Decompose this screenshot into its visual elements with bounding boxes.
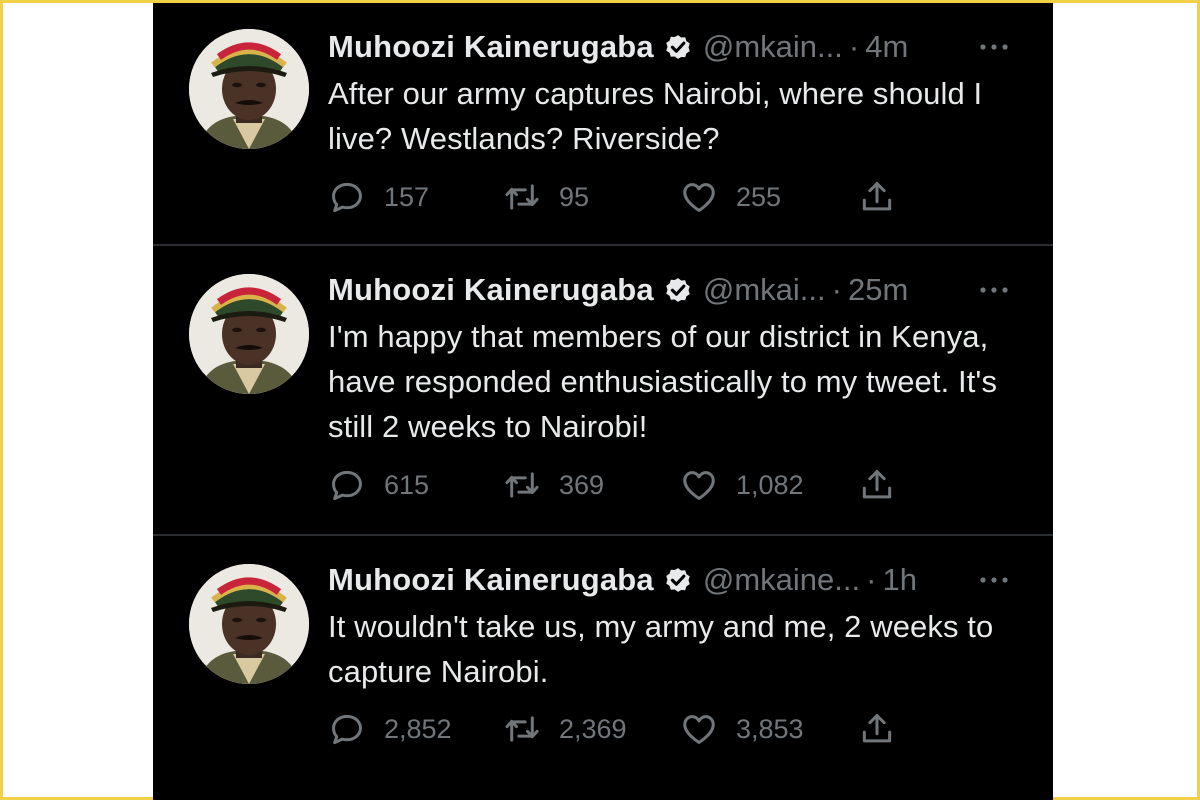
author-handle[interactable]: @mkain... <box>703 29 843 65</box>
tweet-header: Muhoozi Kainerugaba @mkain... · 4m <box>328 27 1013 67</box>
avatar[interactable] <box>189 564 309 684</box>
reply-icon <box>328 466 366 504</box>
tweet[interactable]: Muhoozi Kainerugaba @mkai... · 25m I'm h… <box>153 246 1053 536</box>
like-button[interactable]: 255 <box>680 175 781 219</box>
share-icon <box>858 178 896 216</box>
reply-icon <box>328 710 366 748</box>
avatar[interactable] <box>189 274 309 394</box>
tweet[interactable]: Muhoozi Kainerugaba @mkaine... · 1h It w… <box>153 536 1053 800</box>
tweet-text: I'm happy that members of our district i… <box>328 319 998 444</box>
separator-dot: · <box>848 29 860 64</box>
tweet-timestamp[interactable]: 1h <box>882 562 916 598</box>
author-name[interactable]: Muhoozi Kainerugaba <box>328 29 654 65</box>
share-button[interactable] <box>858 463 896 507</box>
tweet-feed: Muhoozi Kainerugaba @mkain... · 4m After… <box>153 3 1053 800</box>
verified-badge-icon <box>662 274 694 306</box>
retweet-icon <box>503 178 541 216</box>
tweet-text: It wouldn't take us, my army and me, 2 w… <box>328 609 994 689</box>
retweet-icon <box>503 710 541 748</box>
reply-icon <box>328 178 366 216</box>
retweet-count: 95 <box>559 181 590 212</box>
retweet-count: 2,369 <box>559 713 627 744</box>
like-icon <box>680 710 718 748</box>
like-icon <box>680 466 718 504</box>
reply-button[interactable]: 615 <box>328 463 429 507</box>
reply-button[interactable]: 157 <box>328 175 429 219</box>
retweet-icon <box>503 466 541 504</box>
reply-count: 2,852 <box>384 713 452 744</box>
more-options-icon[interactable] <box>975 276 1013 304</box>
tweet-header: Muhoozi Kainerugaba @mkaine... · 1h <box>328 560 1013 600</box>
author-handle[interactable]: @mkai... <box>703 272 826 308</box>
like-button[interactable]: 1,082 <box>680 463 804 507</box>
like-count: 3,853 <box>736 713 804 744</box>
share-button[interactable] <box>858 707 896 751</box>
retweet-button[interactable]: 2,369 <box>503 707 627 751</box>
like-count: 255 <box>736 181 782 212</box>
retweet-button[interactable]: 95 <box>503 175 589 219</box>
retweet-button[interactable]: 369 <box>503 463 604 507</box>
separator-dot: · <box>866 562 877 597</box>
more-options-icon[interactable] <box>975 566 1013 594</box>
verified-badge-icon <box>662 564 694 596</box>
separator-dot: · <box>831 272 842 307</box>
reply-count: 157 <box>384 181 430 212</box>
retweet-count: 369 <box>559 469 605 500</box>
reply-count: 615 <box>384 469 430 500</box>
author-name[interactable]: Muhoozi Kainerugaba <box>328 272 654 308</box>
like-count: 1,082 <box>736 469 804 500</box>
more-options-icon[interactable] <box>975 33 1013 61</box>
like-icon <box>680 178 718 216</box>
share-button[interactable] <box>858 175 896 219</box>
author-name[interactable]: Muhoozi Kainerugaba <box>328 562 654 598</box>
share-icon <box>858 710 896 748</box>
tweet-timestamp[interactable]: 25m <box>848 272 908 308</box>
avatar[interactable] <box>189 29 309 149</box>
author-handle[interactable]: @mkaine... <box>703 562 860 598</box>
reply-button[interactable]: 2,852 <box>328 707 452 751</box>
like-button[interactable]: 3,853 <box>680 707 804 751</box>
verified-badge-icon <box>662 31 694 63</box>
tweet[interactable]: Muhoozi Kainerugaba @mkain... · 4m After… <box>153 3 1053 246</box>
tweet-timestamp[interactable]: 4m <box>865 29 908 65</box>
share-icon <box>858 466 896 504</box>
tweet-header: Muhoozi Kainerugaba @mkai... · 25m <box>328 270 1013 310</box>
tweet-text: After our army captures Nairobi, where s… <box>328 76 983 156</box>
